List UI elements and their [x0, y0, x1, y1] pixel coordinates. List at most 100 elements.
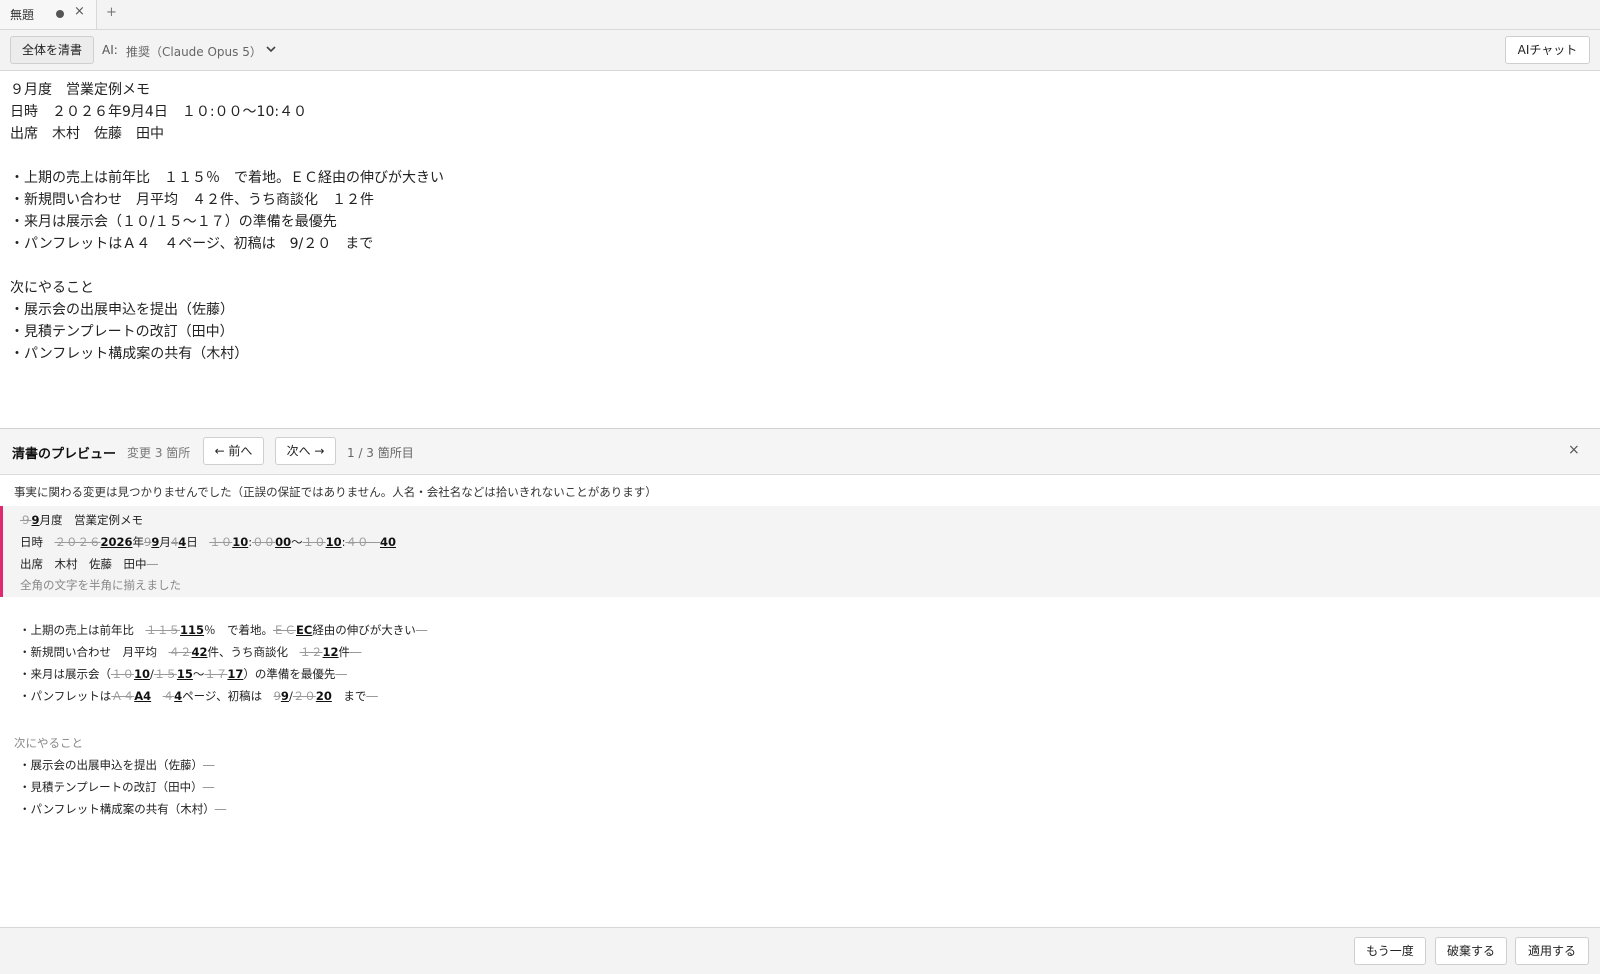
- deleted-text: ４: [162, 689, 175, 703]
- deleted-text: Ａ４: [111, 689, 135, 703]
- deleted-text: １７: [204, 667, 228, 681]
- change-position: 1 / 3 箇所目: [347, 446, 414, 460]
- deleted-text: 9: [273, 689, 281, 703]
- inserted-text: 10: [134, 667, 151, 681]
- diff-text: 〜: [192, 667, 205, 681]
- deleted-text: —: [335, 667, 347, 681]
- diff-text: 出席 木村 佐藤 田中: [20, 557, 147, 571]
- tab-title: 無題: [10, 8, 35, 22]
- ai-model-select[interactable]: 推奨（Claude Opus 5）: [126, 43, 262, 60]
- inserted-text: 4: [174, 689, 183, 703]
- tab-untitled[interactable]: 無題 ×: [0, 0, 97, 29]
- editor-line: ・パンフレットはＡ４ ４ページ、初稿は 9/２０ まで: [10, 236, 374, 252]
- deleted-text: １０: [111, 667, 134, 681]
- editor-line: ９月度 営業定例メモ: [10, 82, 150, 98]
- inserted-text: 4: [178, 535, 187, 549]
- deleted-text: ２０: [292, 689, 316, 703]
- deleted-text: １１５: [145, 623, 181, 637]
- diff-text: ・展示会の出展申込を提出（佐藤）: [19, 758, 203, 772]
- deleted-text: ４０: [345, 535, 380, 549]
- diff-text: ・新規問い合わせ 月平均: [19, 645, 169, 659]
- deleted-text: —: [203, 758, 215, 772]
- diff-line: ・来月は展示会（１０10/１５15〜１７17）の準備を最優先—: [19, 666, 347, 682]
- diff-line: 日時 ２０２６2026年99月44日 １０10:００00〜１０10:４０ 40: [20, 534, 396, 550]
- inserted-text: 10: [232, 535, 249, 549]
- inserted-text: 42: [191, 645, 208, 659]
- diff-text: 〜: [291, 535, 303, 549]
- inserted-text: EC: [296, 623, 313, 637]
- text-editor[interactable]: ９月度 営業定例メモ 日時 ２０２６年9月4日 １０:００〜10:４０ 出席 木…: [10, 79, 1590, 365]
- ai-label: AI:: [102, 43, 118, 57]
- inserted-text: A4: [134, 689, 152, 703]
- diff-line: ・新規問い合わせ 月平均 ４２42件、うち商談化 １２12件—: [19, 644, 362, 660]
- inserted-text: 12: [322, 645, 339, 659]
- deleted-text: —: [202, 780, 215, 794]
- close-preview-icon[interactable]: ×: [1568, 442, 1580, 458]
- diff-line: 出席 木村 佐藤 田中—: [20, 556, 158, 572]
- editor-line: ・新規問い合わせ 月平均 ４２件、うち商談化 １２件: [10, 192, 374, 208]
- editor-line: 日時 ２０２６年9月4日 １０:００〜10:４０: [10, 104, 308, 120]
- diff-text: まで: [331, 689, 367, 703]
- editor-line: 次にやること: [10, 280, 94, 296]
- deleted-text: —: [146, 557, 159, 571]
- deleted-text: —: [350, 645, 362, 659]
- change-block-active[interactable]: ９9月度 営業定例メモ 日時 ２０２６2026年99月44日 １０10:００00…: [0, 506, 1600, 597]
- diff-text: 件: [338, 645, 351, 659]
- chevron-down-icon[interactable]: [266, 44, 276, 54]
- diff-text: ）の準備を最優先: [243, 667, 336, 681]
- inserted-text: 9: [280, 689, 289, 703]
- editor-line: ・来月は展示会（１０/１５〜１７）の準備を最優先: [10, 214, 337, 230]
- deleted-text: —: [415, 623, 428, 637]
- editor-line: ・パンフレット構成案の共有（木村）: [10, 346, 249, 362]
- diff-line: ・見積テンプレートの改訂（田中）—: [19, 779, 214, 795]
- cleanup-all-button[interactable]: 全体を清書: [10, 36, 94, 64]
- tab-close-icon[interactable]: ×: [74, 4, 85, 19]
- deleted-text: ４２: [168, 645, 192, 659]
- retry-button[interactable]: もう一度: [1354, 937, 1426, 965]
- diff-text: 件、うち商談化: [207, 645, 300, 659]
- apply-button[interactable]: 適用する: [1515, 937, 1589, 965]
- diff-line: ・上期の売上は前年比 １１５115％ で着地。ＥＣEC経由の伸びが大きい—: [19, 622, 427, 638]
- tab-bar: 無題 × +: [0, 0, 1600, 30]
- diff-text: ・上期の売上は前年比: [19, 623, 146, 637]
- diff-text: ・来月は展示会（: [19, 667, 111, 681]
- inserted-text: 15: [176, 667, 193, 681]
- editor-line: ・展示会の出展申込を提出（佐藤）: [10, 302, 234, 318]
- deleted-text: —: [366, 689, 378, 703]
- diff-text: ページ、初稿は: [182, 689, 274, 703]
- prev-change-button[interactable]: ← 前へ: [203, 437, 264, 465]
- discard-button[interactable]: 破棄する: [1435, 937, 1507, 965]
- diff-text: ・見積テンプレートの改訂（田中）: [19, 780, 203, 794]
- inserted-text: 115: [180, 623, 205, 637]
- section-heading: 次にやること: [14, 736, 83, 750]
- deleted-text: １０: [209, 535, 233, 549]
- footer-bar: もう一度 破棄する 適用する: [0, 927, 1600, 974]
- diff-line: ・展示会の出展申込を提出（佐藤）—: [19, 757, 215, 773]
- diff-text: 月度 営業定例メモ: [39, 513, 144, 527]
- change-caption: 全角の文字を半角に揃えました: [20, 578, 181, 592]
- diff-text: 日: [186, 535, 210, 549]
- facts-note: 事実に関わる変更は見つかりませんでした（正誤の保証ではありません。人名・会社名な…: [14, 485, 657, 499]
- inserted-text: 2026: [100, 535, 133, 549]
- diff-text: ％ で着地。: [204, 623, 274, 637]
- editor-line: 出席 木村 佐藤 田中: [10, 126, 164, 142]
- deleted-text: １０: [302, 535, 326, 549]
- add-tab-button[interactable]: +: [106, 5, 117, 20]
- diff-line: ・パンフレット構成案の共有（木村）—: [19, 801, 226, 817]
- diff-text: ・パンフレットは: [19, 689, 112, 703]
- inserted-text: 40: [380, 535, 397, 549]
- deleted-text: ＥＣ: [273, 623, 297, 637]
- diff-line: ９9月度 営業定例メモ: [20, 512, 143, 528]
- inserted-text: 17: [227, 667, 244, 681]
- diff-text: ・パンフレット構成案の共有（木村）: [19, 802, 215, 816]
- deleted-text: ２０２６: [54, 535, 101, 549]
- inserted-text: 20: [315, 689, 332, 703]
- deleted-text: —: [214, 802, 227, 816]
- diff-line: ・パンフレットはＡ４A4 ４4ページ、初稿は 99/２０20 まで—: [19, 688, 378, 704]
- ai-chat-button[interactable]: AIチャット: [1505, 36, 1590, 64]
- preview-title: 清書のプレビュー: [12, 447, 117, 462]
- next-change-button[interactable]: 次へ →: [275, 437, 336, 465]
- editor-line: ・見積テンプレートの改訂（田中）: [10, 324, 234, 340]
